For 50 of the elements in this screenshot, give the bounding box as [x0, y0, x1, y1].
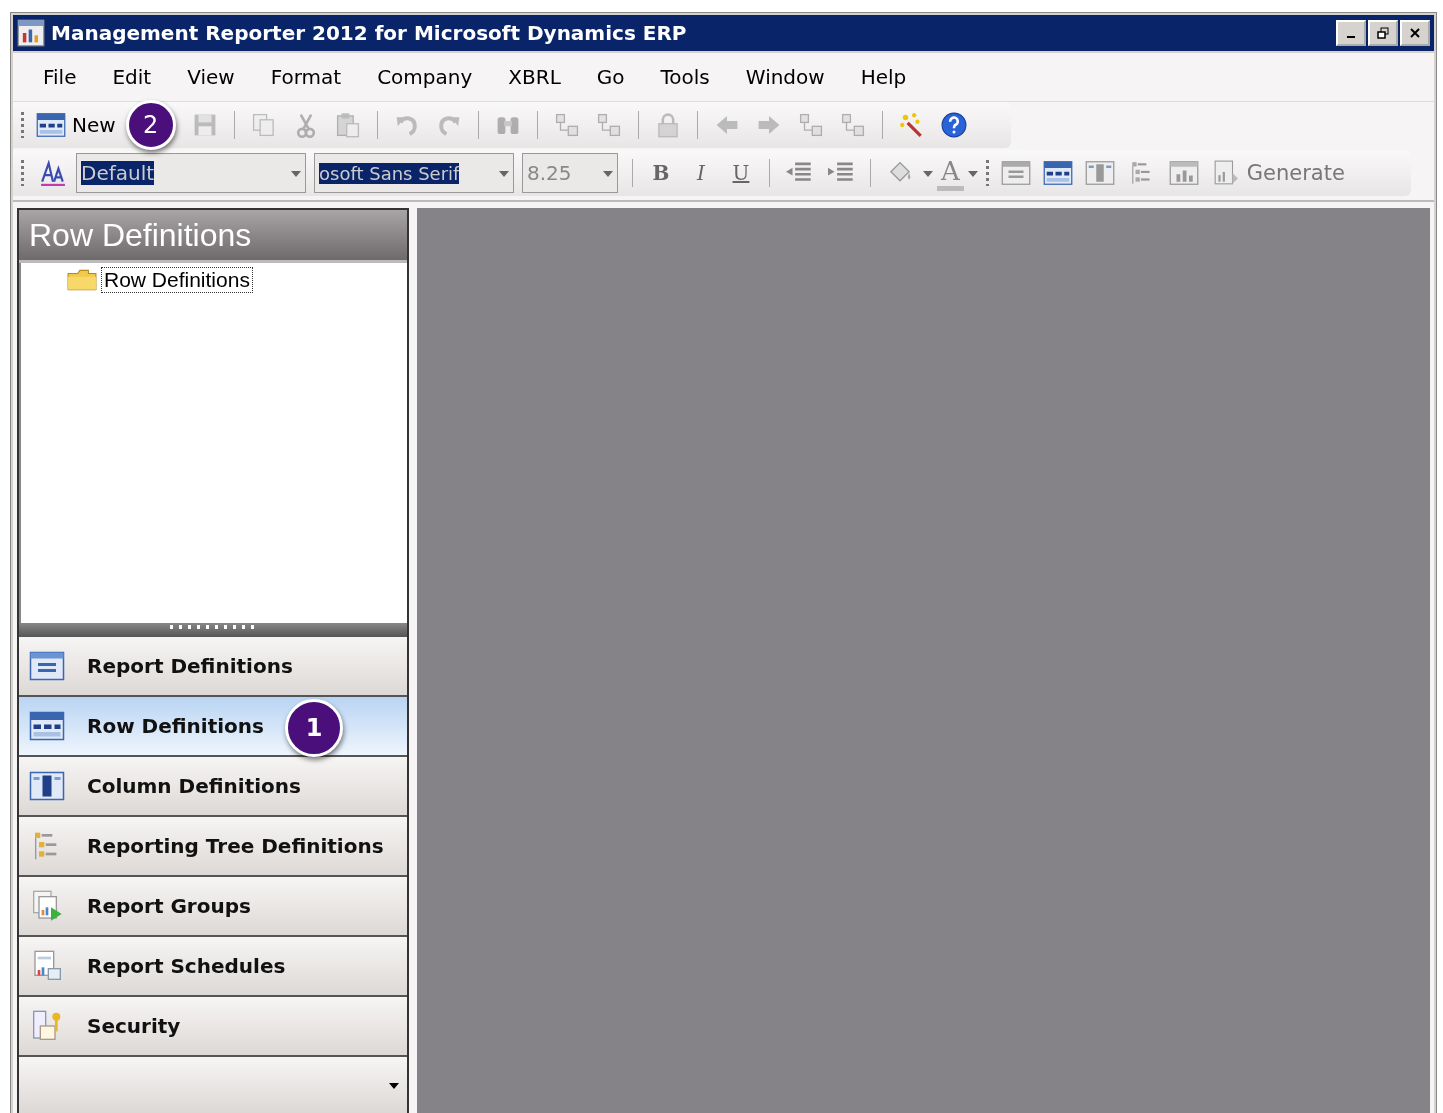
folder-icon	[67, 269, 97, 291]
panel-title: Row Definitions	[29, 216, 252, 254]
close-icon	[1409, 27, 1421, 39]
minimize-button[interactable]	[1336, 20, 1366, 46]
window-title: Management Reporter 2012 for Microsoft Dynamics ERP	[51, 21, 688, 45]
step-marker: 1	[285, 699, 343, 757]
columns-icon	[29, 770, 65, 802]
grid-icon	[1042, 160, 1073, 186]
navigation-button[interactable]: Report Groups	[19, 877, 407, 937]
menu-item[interactable]: Go	[578, 61, 643, 93]
toolbar-grip[interactable]	[21, 112, 24, 138]
minimize-icon	[1347, 36, 1355, 38]
menu-item[interactable]: Company	[359, 61, 491, 93]
step-marker: 2	[125, 100, 176, 150]
grid-icon	[29, 710, 65, 742]
format-button[interactable]: B	[643, 157, 679, 189]
app-icon	[17, 19, 45, 47]
grid-icon	[36, 112, 66, 138]
menu-item[interactable]: Edit	[94, 61, 170, 93]
navigation-button[interactable]: Column Definitions	[19, 757, 407, 817]
splitter-handle[interactable]	[19, 623, 407, 637]
chart-window-icon	[1168, 160, 1199, 186]
menu-item[interactable]: XBRL	[490, 61, 579, 93]
menu-item[interactable]: Help	[842, 61, 925, 93]
navigation-button[interactable]: Row Definitions 1	[19, 697, 407, 757]
tree-item[interactable]: Row Definitions	[101, 267, 253, 293]
navigation-button[interactable]: Reporting Tree Definitions	[19, 817, 407, 877]
menu-item[interactable]: Format	[252, 61, 360, 93]
navigation-button[interactable]: Report Definitions	[19, 637, 407, 697]
format-button[interactable]: U	[723, 157, 759, 189]
style-dropdown[interactable]: Default	[76, 153, 306, 193]
style-icon	[38, 160, 68, 186]
restore-icon	[1377, 27, 1389, 39]
navigation-button[interactable]: Report Schedules	[19, 937, 407, 997]
format-button[interactable]: I	[683, 157, 719, 189]
restore-button[interactable]	[1368, 20, 1398, 46]
form-icon	[1000, 160, 1031, 186]
help-icon	[938, 112, 969, 138]
menu-item[interactable]: Tools	[642, 61, 728, 93]
generate-button[interactable]: Generate	[1206, 156, 1349, 190]
columns-icon	[1084, 160, 1115, 186]
menu-item[interactable]: Window	[727, 61, 843, 93]
menu-item[interactable]: View	[169, 61, 253, 93]
toolbar-grip[interactable]	[21, 160, 24, 186]
new-button[interactable]: New	[32, 108, 120, 142]
form-icon	[29, 650, 65, 682]
toolbar-grip[interactable]	[985, 160, 989, 186]
menu-item[interactable]: File	[25, 61, 95, 93]
close-button[interactable]	[1400, 20, 1430, 46]
navigation-button[interactable]: Security	[19, 997, 407, 1057]
